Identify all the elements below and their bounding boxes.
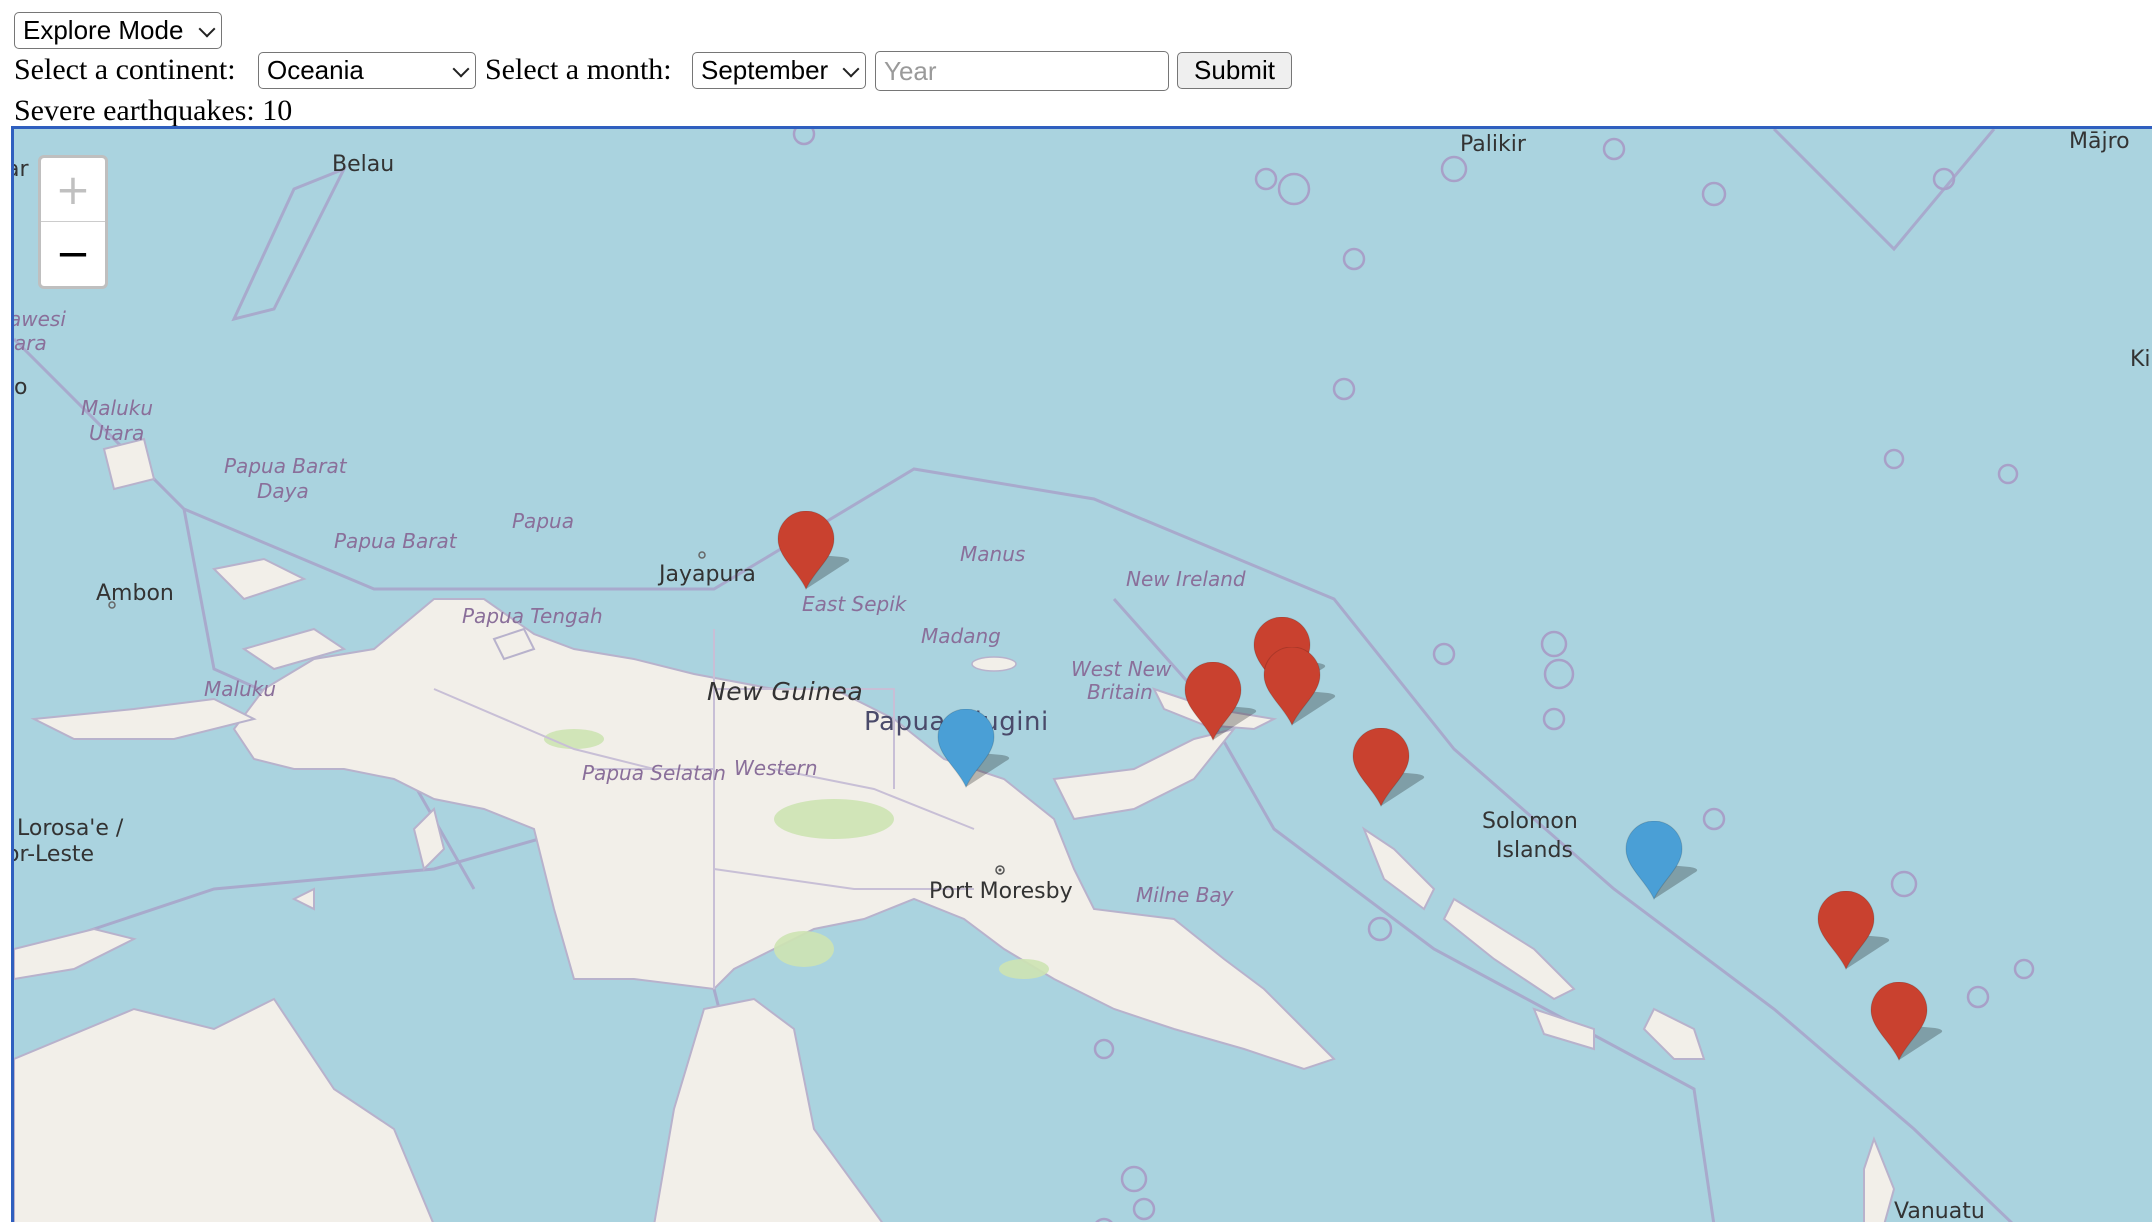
marker-madang[interactable]: [936, 709, 1026, 789]
marker-vanuatu[interactable]: [1869, 982, 1959, 1062]
map-label-sulawesi: awesi: [11, 307, 66, 331]
month-select[interactable]: September: [692, 52, 866, 89]
severe-earthquakes-count: Severe earthquakes: 10: [14, 94, 293, 127]
zoom-control: + −: [38, 155, 108, 289]
map-label-majro: Mājro: [2069, 129, 2130, 154]
map-label-west-new-britain-1: West New: [1071, 657, 1172, 681]
map-label-madang: Madang: [921, 624, 1001, 648]
marker-vanuatu-north[interactable]: [1816, 891, 1906, 971]
map-label-maluku: Maluku: [204, 677, 277, 701]
year-input[interactable]: Year: [875, 51, 1169, 91]
map-label-new-guinea: New Guinea: [707, 677, 864, 706]
map-label-east-sepik: East Sepik: [802, 592, 907, 616]
continent-label: Select a continent:: [14, 53, 236, 86]
map-label-o: o: [14, 375, 28, 400]
map-label-papua-tengah: Papua Tengah: [462, 604, 603, 628]
map-label-western: Western: [734, 756, 818, 780]
map-label-papua: Papua: [512, 509, 574, 533]
map-label-papua-selatan: Papua Selatan: [582, 761, 726, 785]
map-label-jayapura: Jayapura: [659, 562, 756, 587]
continent-select[interactable]: Oceania: [258, 52, 476, 89]
map-label-maluku-utara-2: Utara: [89, 421, 145, 445]
submit-button-label: Submit: [1194, 55, 1275, 85]
mode-select[interactable]: Explore Mode: [14, 12, 222, 49]
continent-select-value: Oceania: [267, 55, 364, 85]
map-label-ki: Ki: [2130, 347, 2151, 372]
map-label-milne-bay: Milne Bay: [1136, 883, 1234, 907]
map-label-solomon-2: Islands: [1496, 838, 1573, 863]
map-label-ambon: Ambon: [96, 581, 174, 606]
zoom-out-button[interactable]: −: [41, 222, 105, 285]
map-label-maluku-utara-1: Maluku: [81, 396, 154, 420]
marker-east-sepik[interactable]: [776, 511, 866, 591]
zoom-in-button[interactable]: +: [41, 158, 105, 222]
submit-button[interactable]: Submit: [1177, 52, 1292, 89]
year-input-placeholder: Year: [884, 55, 937, 86]
map-label-manus: Manus: [960, 542, 1026, 566]
map-label-papua-barat-daya-1: Papua Barat: [224, 454, 347, 478]
map-label-palikir: Palikir: [1460, 132, 1526, 157]
chevron-down-icon: [198, 20, 216, 38]
month-label: Select a month:: [485, 53, 672, 86]
map-label-belau: Belau: [332, 152, 395, 177]
chevron-down-icon: [842, 60, 860, 78]
map-label-west-new-britain-2: Britain: [1087, 680, 1153, 704]
chevron-down-icon: [452, 60, 470, 78]
marker-solomon[interactable]: [1624, 821, 1714, 901]
map-label-papua-barat-daya-2: Daya: [257, 479, 309, 503]
map-view[interactable]: Belau Palikir Mājro Ki Sar awesi ara o M…: [11, 126, 2152, 1222]
map-label-port-moresby: Port Moresby: [929, 879, 1073, 904]
map-label-sar: Sar: [14, 157, 29, 182]
marker-new-britain[interactable]: [1183, 662, 1273, 742]
marker-bougainville[interactable]: [1351, 728, 1441, 808]
map-label-tenggara: ara: [14, 331, 47, 355]
map-label-solomon-1: Solomon: [1482, 809, 1578, 834]
map-label-lorosae-1: Lorosa'e /: [17, 816, 124, 841]
marker-new-ireland[interactable]: [1262, 647, 1352, 727]
map-label-new-ireland: New Ireland: [1126, 567, 1246, 591]
map-label-papua-barat: Papua Barat: [334, 529, 457, 553]
map-label-vanuatu: Vanuatu: [1894, 1199, 1985, 1222]
mode-select-value: Explore Mode: [23, 15, 184, 45]
month-select-value: September: [701, 55, 829, 85]
map-label-lorosae-2: or-Leste: [11, 842, 95, 867]
